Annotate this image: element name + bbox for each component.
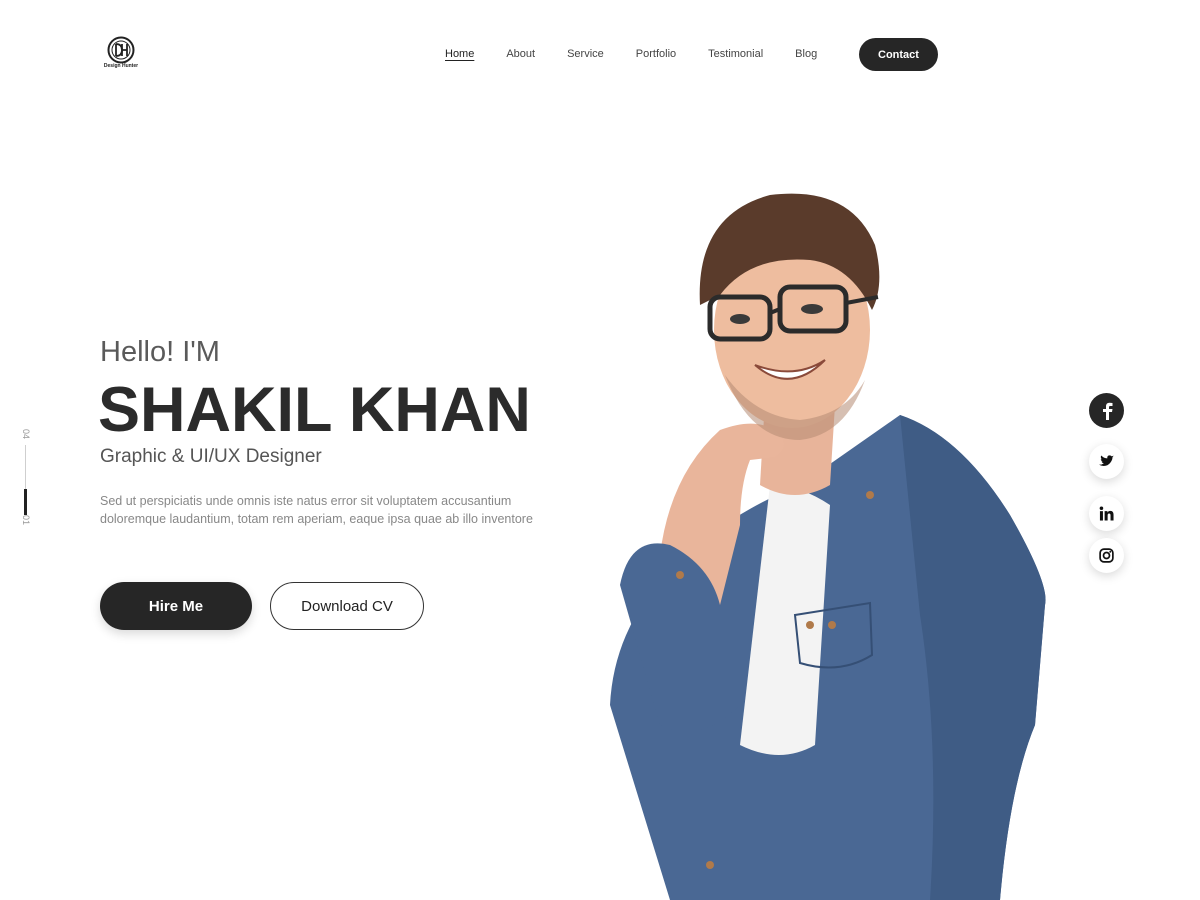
nav-item-portfolio[interactable]: Portfolio [636, 38, 676, 71]
logo[interactable]: Design Hunter [100, 36, 142, 72]
main-nav: Home About Service Portfolio Testimonial… [430, 38, 849, 71]
slide-progress [24, 489, 27, 515]
logo-text: Design Hunter [103, 63, 139, 69]
slide-current: 01 [21, 514, 31, 525]
facebook-icon [1102, 402, 1112, 420]
contact-button[interactable]: Contact [859, 38, 938, 71]
hero-role: Graphic & UI/UX Designer [100, 446, 322, 467]
slide-indicator[interactable]: 04 01 [16, 425, 36, 530]
nav-item-testimonial[interactable]: Testimonial [708, 38, 763, 71]
hero-greeting: Hello! I'M [100, 336, 220, 368]
instagram-icon [1099, 548, 1114, 563]
logo-mark-icon [107, 36, 135, 64]
linkedin-button[interactable] [1089, 496, 1124, 531]
twitter-icon [1099, 455, 1114, 466]
download-cv-button[interactable]: Download CV [270, 582, 424, 630]
hero-page: Design Hunter Home About Service Portfol… [0, 0, 1200, 900]
nav-item-home[interactable]: Home [445, 38, 474, 71]
twitter-button[interactable] [1089, 444, 1124, 479]
hero-name: SHAKIL KHAN [98, 375, 531, 445]
nav-item-about[interactable]: About [506, 38, 535, 71]
linkedin-icon [1099, 506, 1114, 521]
slide-total: 04 [21, 428, 31, 439]
hero-description: Sed ut perspiciatis unde omnis iste natu… [100, 494, 533, 526]
hire-me-button[interactable]: Hire Me [100, 582, 252, 630]
nav-item-service[interactable]: Service [567, 38, 604, 71]
nav-item-blog[interactable]: Blog [795, 38, 817, 71]
facebook-button[interactable] [1089, 393, 1124, 428]
instagram-button[interactable] [1089, 538, 1124, 573]
hero-portrait [610, 193, 1046, 900]
